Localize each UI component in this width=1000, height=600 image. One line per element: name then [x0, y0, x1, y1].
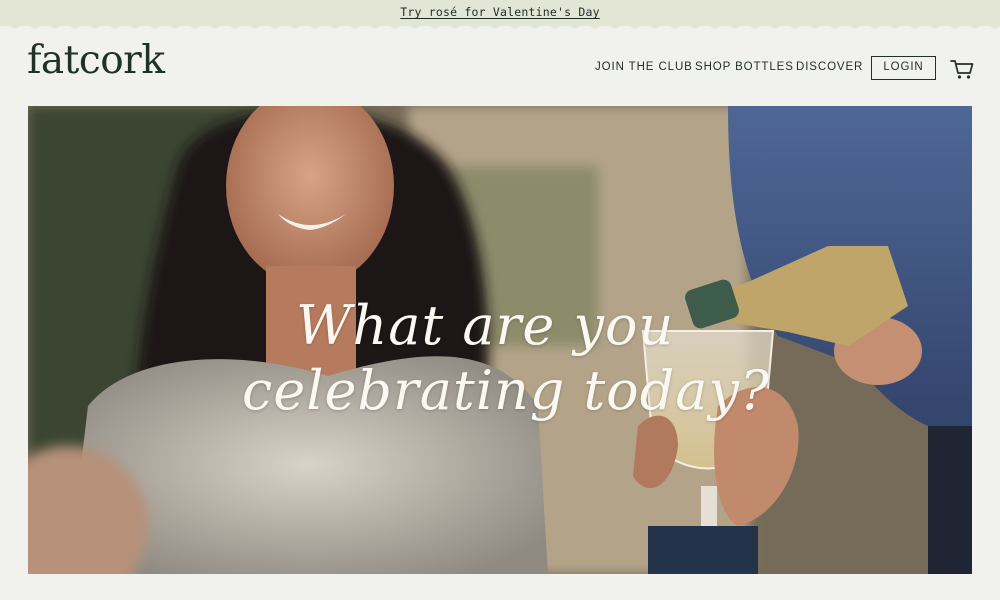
nav-join-the-club[interactable]: JOIN THE CLUB	[595, 61, 693, 73]
hero-banner: What are you celebrating today?	[28, 106, 972, 574]
promo-link[interactable]: Try rosé for Valentine's Day	[0, 5, 1000, 19]
shopping-cart-icon[interactable]	[950, 58, 974, 80]
promo-wave-divider	[0, 22, 1000, 29]
site-header: fatcork JOIN THE CLUB SHOP BOTTLES DISCO…	[0, 32, 1000, 104]
login-button[interactable]: LOGIN	[871, 56, 936, 80]
nav-discover[interactable]: DISCOVER	[796, 61, 863, 73]
fatcork-logo[interactable]: fatcork	[27, 38, 165, 83]
nav-shop-bottles[interactable]: SHOP BOTTLES	[695, 61, 794, 73]
hero-headline-line2: celebrating today?	[242, 359, 770, 422]
hero-headline-line1: What are you	[296, 294, 675, 357]
